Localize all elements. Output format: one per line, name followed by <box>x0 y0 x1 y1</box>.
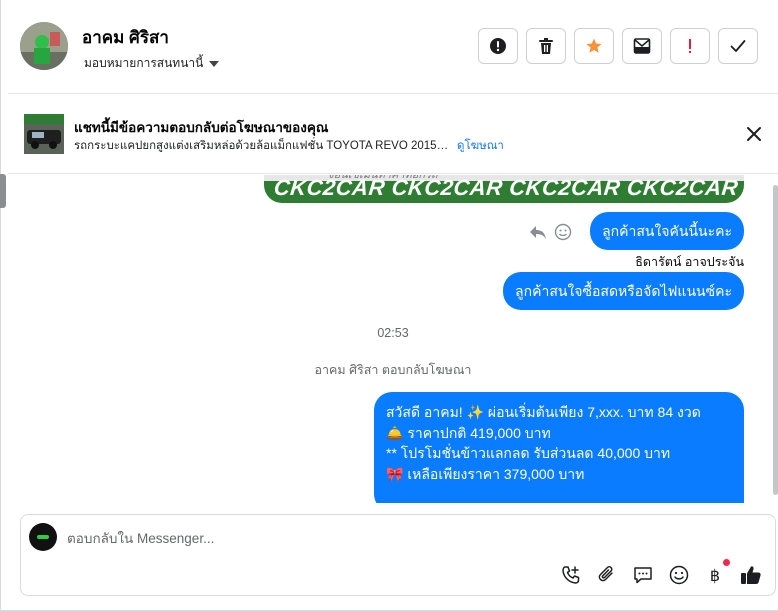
ad-banner-title: แชทนี้มีข้อความตอบกลับต่อโฆษณาของคุณ <box>74 120 329 135</box>
ad-banner-subtitle: รถกระบะแคปยกสูงแต่งเสริมหล่อด้วยล้อแม็กแ… <box>74 137 504 155</box>
emoji-button[interactable] <box>667 563 691 587</box>
image-brand-text: CKC2CAR CKC2CAR CKC2CAR CKC2CAR CKC2CAR <box>272 175 744 200</box>
ad-message-bubble[interactable]: สวัสดี อาคม! ✨ ผ่อนเริ่มต้นเพียง 7,xxx. … <box>374 392 744 503</box>
trash-icon <box>539 38 553 54</box>
ad-car-image-icon <box>24 114 64 154</box>
notification-dot <box>723 559 730 566</box>
ad-thumbnail[interactable] <box>24 114 64 154</box>
delete-button[interactable] <box>526 28 566 64</box>
contact-name[interactable]: อาคม ศิริสา <box>82 24 169 51</box>
saved-reply-icon <box>634 567 652 584</box>
image-message[interactable]: *งอนเขเมนทาคาทอกรถ CKC2CAR CKC2CAR CKC2C… <box>264 175 744 203</box>
check-icon <box>730 40 746 52</box>
mark-done-button[interactable] <box>718 28 758 64</box>
page-avatar <box>29 523 57 551</box>
ad-reply-banner: แชทนี้มีข้อความตอบกลับต่อโฆษณาของคุณ รถก… <box>8 94 778 174</box>
assign-label: มอบหมายการสนทนานี้ <box>84 56 204 70</box>
ad-message-line: 🎀 เหลือเพียงราคา 379,000 บาท <box>386 465 585 482</box>
mark-unread-icon <box>633 38 651 54</box>
star-icon <box>586 38 602 53</box>
conversation-actions <box>478 28 758 64</box>
payment-button[interactable]: ฿ <box>703 559 730 587</box>
message-thread: *งอนเขเมนทาคาทอกรถ CKC2CAR CKC2CAR CKC2C… <box>8 175 778 503</box>
ad-message-line: ** โปรโมชั่นข้าวแลกลด รับส่วนลด 40,000 บ… <box>386 445 671 461</box>
emoji-icon <box>669 565 689 585</box>
ad-description: รถกระบะแคปยกสูงแต่งเสริมหล่อด้วยล้อแม็กแ… <box>74 140 449 152</box>
close-icon <box>747 127 761 141</box>
attach-file-button[interactable] <box>595 563 619 587</box>
mark-spam-button[interactable] <box>670 28 710 64</box>
like-button[interactable] <box>739 563 763 587</box>
spam-icon <box>689 39 691 53</box>
conversation-header: อาคม ศิริสา มอบหมายการสนทนานี้ <box>8 0 778 94</box>
saved-replies-button[interactable] <box>631 563 655 587</box>
mark-important-button[interactable] <box>478 28 518 64</box>
message-hover-actions <box>528 223 572 241</box>
avatar-photo-icon <box>20 22 68 70</box>
message-timestamp: 02:53 <box>377 326 409 340</box>
sender-name: ธิดารัตน์ อาจประจัน <box>635 255 744 269</box>
thread-scrollbar[interactable] <box>772 175 778 495</box>
react-emoji-icon[interactable] <box>554 223 572 241</box>
chevron-down-icon <box>209 61 220 67</box>
ad-message-line: 🛎️ ราคาปกติ 419,000 บาท <box>386 424 551 441</box>
message-bubble[interactable]: ลูกค้าสนใจคันนี้นะคะ <box>590 212 744 250</box>
star-button[interactable] <box>574 28 614 64</box>
reply-input[interactable] <box>67 527 747 549</box>
call-icon <box>562 566 580 584</box>
attachment-icon <box>598 566 613 582</box>
message-bubble[interactable]: ลูกค้าสนใจซื้อสดหรือจัดไฟแนนซ์คะ <box>503 272 744 310</box>
reply-icon[interactable] <box>528 223 548 241</box>
close-banner-button[interactable] <box>744 124 764 144</box>
contact-avatar[interactable] <box>20 22 68 70</box>
important-icon <box>490 38 506 54</box>
message-composer: ฿ <box>20 514 776 596</box>
ad-message-line: สวัสดี อาคม! ✨ ผ่อนเริ่มต้นเพียง 7,xxx. … <box>386 404 701 420</box>
view-ad-link[interactable]: ดูโฆษณา <box>457 137 504 155</box>
assign-conversation-dropdown[interactable]: มอบหมายการสนทนานี้ <box>84 54 220 73</box>
ad-reply-note: อาคม ศิริสา ตอบกลับโฆษณา <box>314 363 472 377</box>
scrollbar-thumb[interactable] <box>773 185 778 495</box>
like-icon <box>741 566 761 584</box>
left-panel-edge <box>0 174 6 208</box>
composer-toolbar: ฿ <box>559 559 763 587</box>
mark-unread-button[interactable] <box>622 28 662 64</box>
call-button[interactable] <box>559 563 583 587</box>
payment-icon: ฿ <box>709 565 721 585</box>
